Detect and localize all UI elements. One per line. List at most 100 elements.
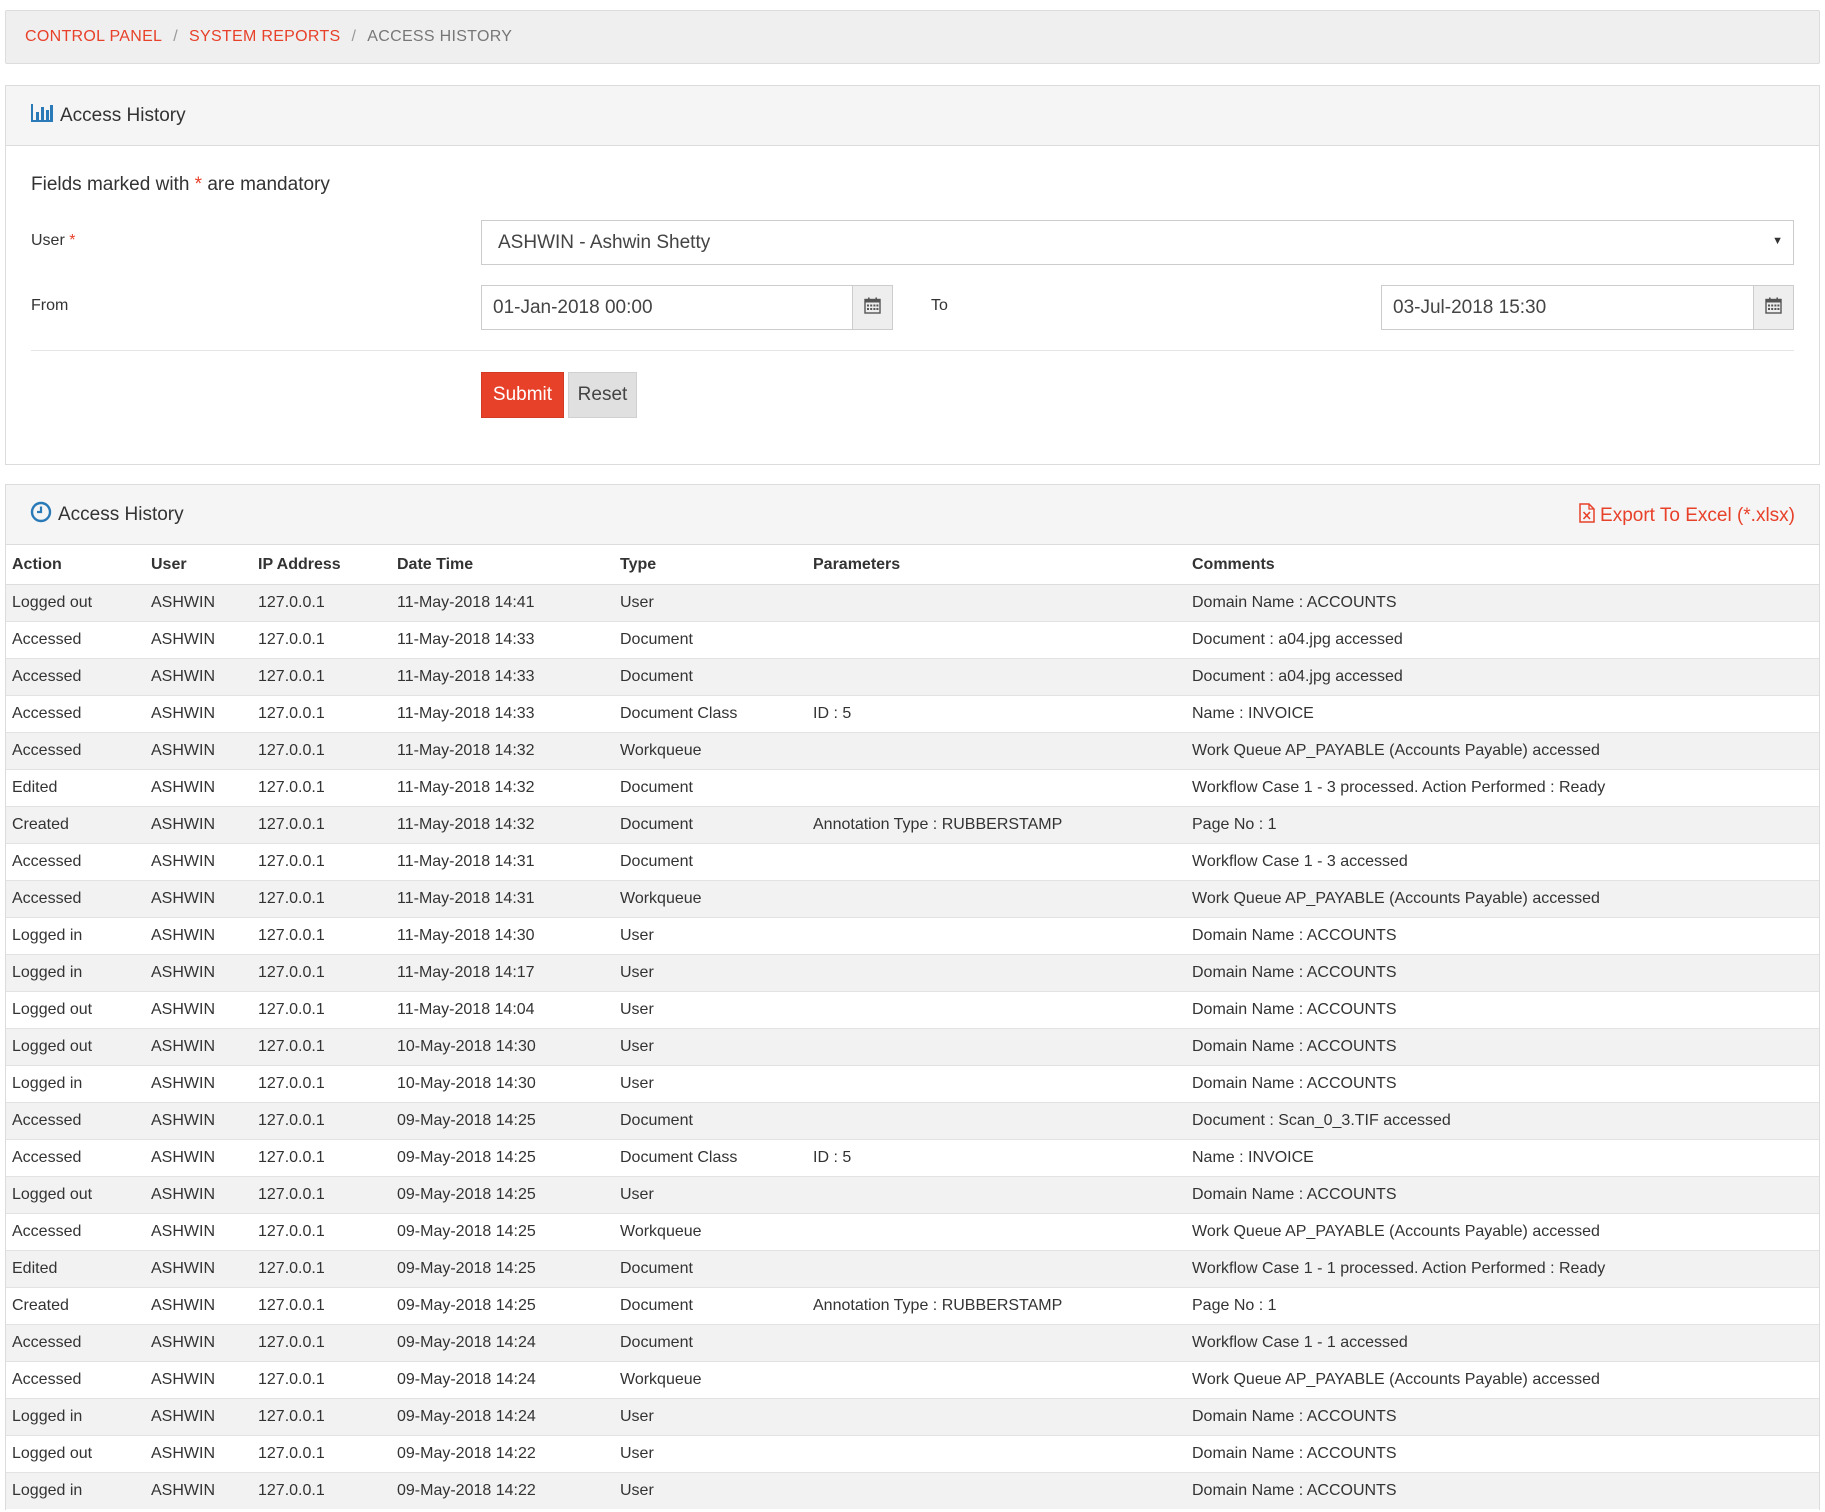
cell-date-time: 11-May-2018 14:32 [391, 731, 614, 769]
cell-ip-address: 127.0.0.1 [252, 1360, 391, 1398]
cell-type: User [614, 1175, 807, 1213]
table-row: Logged out ASHWIN 127.0.0.1 11-May-2018 14:… [6, 583, 1819, 621]
cell-user: ASHWIN [145, 1397, 252, 1435]
mandatory-prefix: Fields marked with [31, 174, 190, 195]
cell-action: Created [6, 805, 145, 843]
breadcrumb-system-reports[interactable]: SYSTEM REPORTS [189, 28, 341, 46]
cell-user: ASHWIN [145, 1286, 252, 1324]
cell-parameters [807, 1212, 1186, 1250]
cell-type: Document [614, 1101, 807, 1139]
cell-type: Document Class [614, 694, 807, 732]
required-star: * [69, 232, 76, 249]
cell-ip-address: 127.0.0.1 [252, 805, 391, 843]
cell-parameters [807, 1175, 1186, 1213]
cell-user: ASHWIN [145, 620, 252, 658]
table-row: Accessed ASHWIN 127.0.0.1 11-May-2018 14:31… [6, 842, 1819, 880]
cell-action: Logged in [6, 1471, 145, 1509]
cell-parameters [807, 1027, 1186, 1065]
cell-ip-address: 127.0.0.1 [252, 1249, 391, 1287]
to-date-input[interactable]: 03-Jul-2018 15:30 [1381, 285, 1754, 330]
cell-date-time: 09-May-2018 14:24 [391, 1323, 614, 1361]
breadcrumb-separator: / [173, 28, 179, 45]
table-row: Logged in ASHWIN 127.0.0.1 11-May-2018 14:3… [6, 916, 1819, 954]
cell-user: ASHWIN [145, 805, 252, 843]
cell-comments: Domain Name : ACCOUNTS [1186, 583, 1819, 621]
cell-user: ASHWIN [145, 768, 252, 806]
cell-date-time: 09-May-2018 14:24 [391, 1360, 614, 1398]
breadcrumb-control-panel[interactable]: CONTROL PANEL [25, 28, 162, 46]
table-row: Accessed ASHWIN 127.0.0.1 09-May-2018 14:25… [6, 1101, 1819, 1139]
cell-parameters [807, 1434, 1186, 1472]
table-row: Accessed ASHWIN 127.0.0.1 09-May-2018 14:24… [6, 1360, 1819, 1398]
from-calendar-button[interactable] [853, 285, 893, 330]
table-row: Logged out ASHWIN 127.0.0.1 11-May-2018 14:… [6, 990, 1819, 1028]
cell-comments: Workflow Case 1 - 3 processed. Action Pe… [1186, 768, 1819, 806]
to-date-group: 03-Jul-2018 15:30 [1381, 285, 1794, 330]
column-header: Action [6, 546, 145, 585]
to-calendar-button[interactable] [1754, 285, 1794, 330]
cell-action: Accessed [6, 1212, 145, 1250]
cell-comments: Domain Name : ACCOUNTS [1186, 1434, 1819, 1472]
submit-button[interactable]: Submit [481, 372, 564, 418]
cell-user: ASHWIN [145, 1360, 252, 1398]
cell-date-time: 09-May-2018 14:22 [391, 1434, 614, 1472]
from-date-input[interactable]: 01-Jan-2018 00:00 [481, 285, 853, 330]
cell-ip-address: 127.0.0.1 [252, 1471, 391, 1509]
cell-type: User [614, 1064, 807, 1102]
cell-ip-address: 127.0.0.1 [252, 694, 391, 732]
to-label: To [931, 297, 948, 314]
cell-comments: Work Queue AP_PAYABLE (Accounts Payable)… [1186, 879, 1819, 917]
cell-user: ASHWIN [145, 1138, 252, 1176]
cell-ip-address: 127.0.0.1 [252, 731, 391, 769]
cell-comments: Document : Scan_0_3.TIF accessed [1186, 1101, 1819, 1139]
breadcrumb-current: ACCESS HISTORY [367, 28, 513, 45]
cell-ip-address: 127.0.0.1 [252, 768, 391, 806]
cell-comments: Domain Name : ACCOUNTS [1186, 916, 1819, 954]
bar-chart-icon [30, 103, 54, 129]
cell-parameters: ID : 5 [807, 1138, 1186, 1176]
cell-parameters [807, 879, 1186, 917]
export-to-excel-link[interactable]: Export To Excel (*.xlsx) [1579, 503, 1795, 529]
cell-parameters [807, 657, 1186, 695]
user-select[interactable]: ASHWIN - Ashwin Shetty ▼ [481, 220, 1794, 265]
cell-comments: Domain Name : ACCOUNTS [1186, 1064, 1819, 1102]
cell-date-time: 11-May-2018 14:17 [391, 953, 614, 991]
cell-user: ASHWIN [145, 1101, 252, 1139]
history-panel-title: Access History [58, 503, 184, 525]
cell-date-time: 11-May-2018 14:32 [391, 768, 614, 806]
cell-action: Logged in [6, 1064, 145, 1102]
form-panel-title: Access History [60, 104, 186, 126]
access-history-form-panel: Access History Fields marked with * are … [5, 85, 1820, 465]
reset-button[interactable]: Reset [568, 372, 637, 418]
cell-comments: Page No : 1 [1186, 1286, 1819, 1324]
cell-date-time: 11-May-2018 14:41 [391, 583, 614, 621]
cell-date-time: 09-May-2018 14:25 [391, 1175, 614, 1213]
table-row: Accessed ASHWIN 127.0.0.1 09-May-2018 14:25… [6, 1212, 1819, 1250]
column-header: Type [614, 546, 807, 585]
cell-type: Workqueue [614, 879, 807, 917]
cell-parameters: ID : 5 [807, 694, 1186, 732]
table-row: Logged in ASHWIN 127.0.0.1 11-May-2018 14:1… [6, 953, 1819, 991]
cell-action: Logged in [6, 1397, 145, 1435]
cell-parameters [807, 1323, 1186, 1361]
calendar-icon [864, 297, 881, 319]
cell-ip-address: 127.0.0.1 [252, 1434, 391, 1472]
cell-ip-address: 127.0.0.1 [252, 583, 391, 621]
cell-ip-address: 127.0.0.1 [252, 1064, 391, 1102]
cell-date-time: 11-May-2018 14:32 [391, 805, 614, 843]
calendar-icon [1765, 297, 1782, 319]
cell-user: ASHWIN [145, 842, 252, 880]
cell-comments: Document : a04.jpg accessed [1186, 620, 1819, 658]
table-row: Accessed ASHWIN 127.0.0.1 11-May-2018 14:32… [6, 731, 1819, 769]
user-select-value: ASHWIN - Ashwin Shetty [498, 231, 711, 253]
cell-comments: Page No : 1 [1186, 805, 1819, 843]
cell-comments: Name : INVOICE [1186, 694, 1819, 732]
cell-parameters [807, 953, 1186, 991]
cell-action: Logged out [6, 1434, 145, 1472]
cell-date-time: 11-May-2018 14:04 [391, 990, 614, 1028]
cell-type: User [614, 1434, 807, 1472]
user-label: User * [31, 232, 75, 250]
cell-date-time: 11-May-2018 14:33 [391, 657, 614, 695]
table-row: Accessed ASHWIN 127.0.0.1 11-May-2018 14:33… [6, 694, 1819, 732]
cell-type: User [614, 1397, 807, 1435]
